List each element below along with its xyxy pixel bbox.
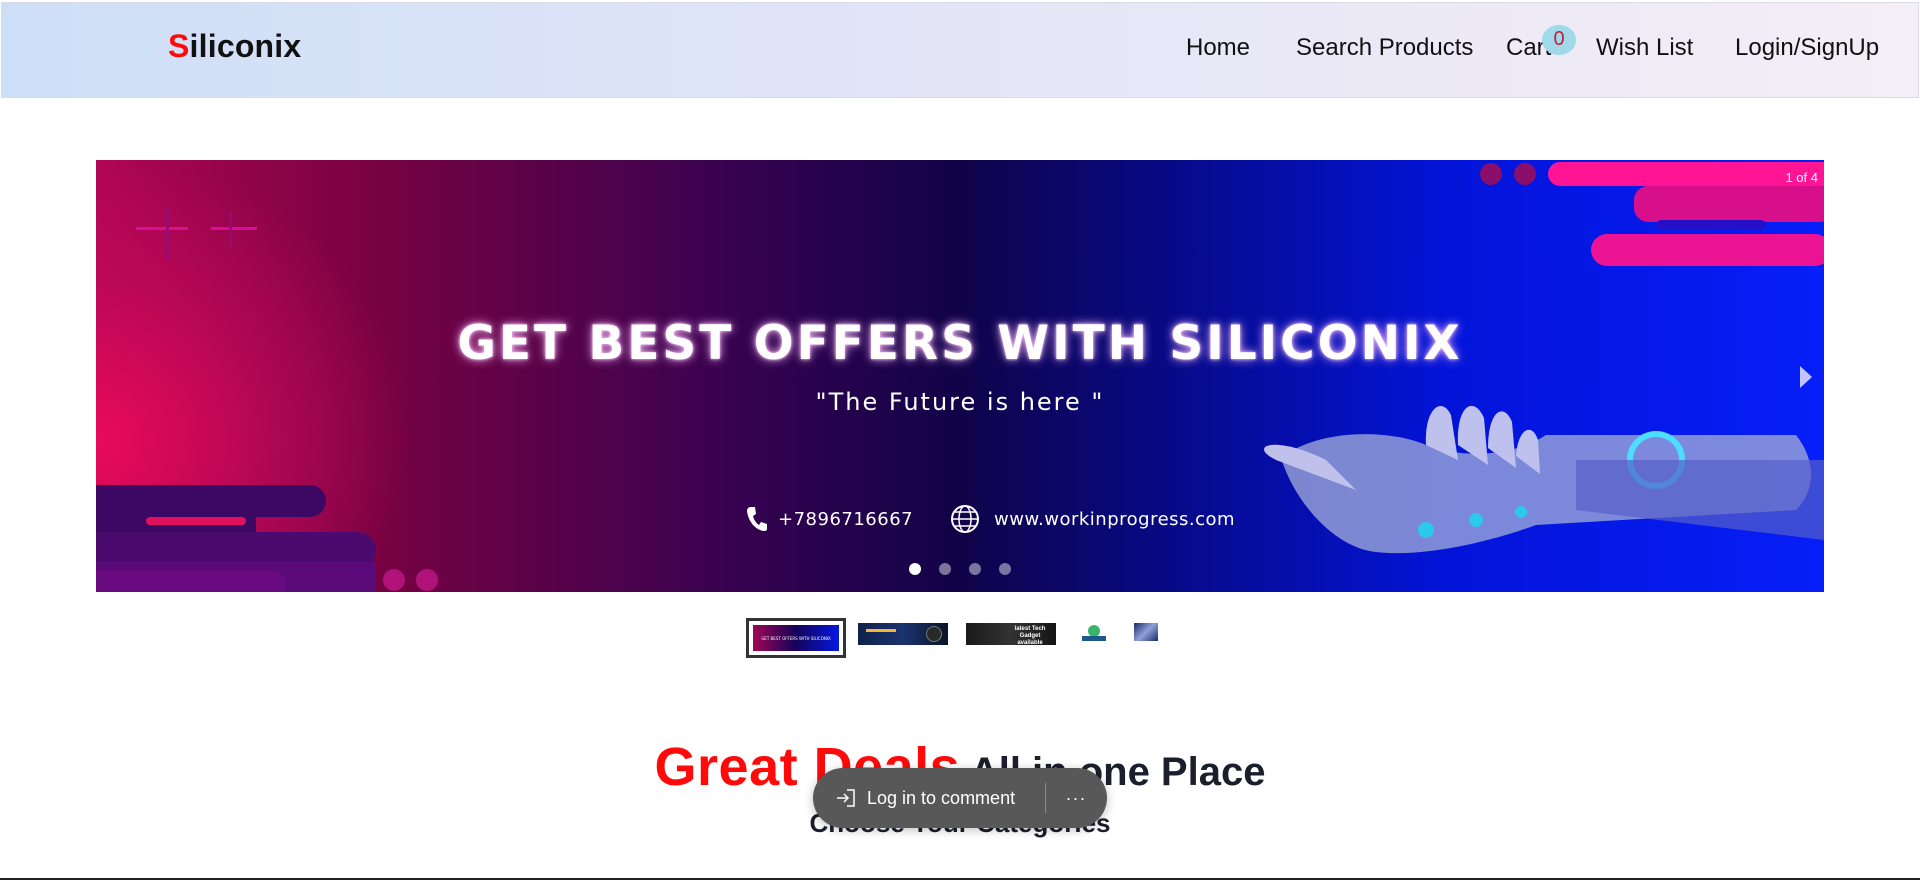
brand-first-letter: S <box>168 28 190 64</box>
banner-phone: +7896716667 <box>746 506 913 532</box>
thumbnail-3-text: latest Tech Gadget available <box>1014 626 1046 646</box>
cart-count-badge: 0 <box>1542 25 1576 55</box>
more-icon[interactable]: ··· <box>1046 768 1106 828</box>
brand-rest: iliconix <box>189 28 302 64</box>
slide-counter: 1 of 4 <box>1785 170 1818 185</box>
thumbnail-3[interactable]: latest Tech Gadget available <box>966 623 1056 646</box>
page: Siliconix Home Search Products Cart 0 Wi… <box>0 0 1920 880</box>
navbar: Siliconix Home Search Products Cart 0 Wi… <box>1 2 1919 98</box>
phone-number: +7896716667 <box>778 508 914 530</box>
robot-hand-illustration <box>1264 405 1824 554</box>
carousel-dot[interactable] <box>999 563 1011 575</box>
carousel-dot[interactable] <box>939 563 951 575</box>
globe-icon <box>951 505 979 533</box>
phone-icon <box>747 507 767 531</box>
comment-label: Log in to comment <box>867 787 1016 808</box>
chevron-right-icon[interactable] <box>1800 366 1812 388</box>
thumbnail-5[interactable] <box>1134 623 1158 641</box>
carousel-dots <box>909 563 1011 575</box>
banner-tagline: "The Future is here " <box>815 388 1105 416</box>
banner-headline: GET BEST OFFERS WITH SILICONIX <box>457 316 1463 371</box>
plus-decoration <box>136 208 257 260</box>
carousel-dot[interactable] <box>909 563 921 575</box>
website-url: www.workinprogress.com <box>994 508 1236 530</box>
thumbnail-1-text: GET BEST OFFERS WITH SILICONIX <box>761 635 831 641</box>
top-right-shapes <box>1480 162 1824 266</box>
nav-wish-list[interactable]: Wish List <box>1596 34 1693 62</box>
nav-home[interactable]: Home <box>1186 34 1250 62</box>
carousel-dot[interactable] <box>969 563 981 575</box>
nav-search-products[interactable]: Search Products <box>1296 34 1473 62</box>
bottom-left-shapes <box>96 485 438 592</box>
log-in-to-comment-button[interactable]: Log in to comment <box>813 768 1045 828</box>
brand-logo[interactable]: Siliconix <box>168 28 301 65</box>
thumbnail-2[interactable] <box>858 623 948 645</box>
hero-carousel[interactable]: 1 of 4 GET BEST OFFERS WITH SILICONIX "T… <box>96 160 1824 592</box>
banner-website: www.workinprogress.com <box>950 504 1235 534</box>
nav-login-signup[interactable]: Login/SignUp <box>1735 34 1879 62</box>
sign-in-icon <box>837 789 855 807</box>
thumbnail-1[interactable]: GET BEST OFFERS WITH SILICONIX <box>746 618 846 658</box>
thumbnail-4[interactable] <box>1076 621 1112 645</box>
comment-toolbar: Log in to comment ··· <box>813 768 1107 828</box>
